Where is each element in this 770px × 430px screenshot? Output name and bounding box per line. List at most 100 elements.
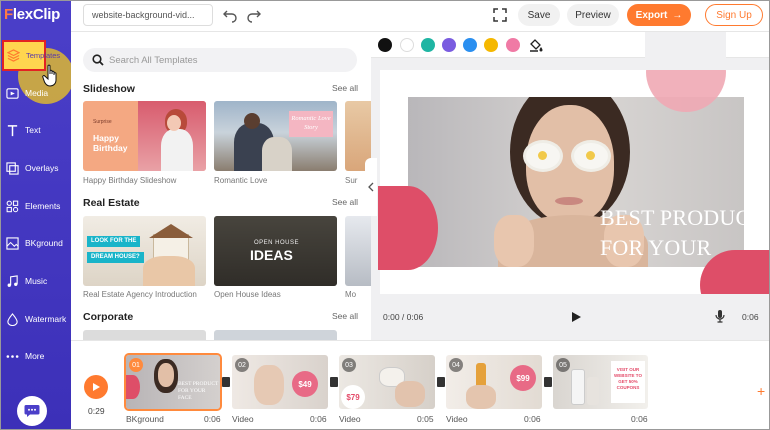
- sidebar-item-templates[interactable]: Templates: [2, 40, 60, 71]
- clip-label: Video: [446, 414, 468, 424]
- sidebar-item-media[interactable]: Media: [0, 78, 71, 108]
- template-thumb-open-house[interactable]: OPEN HOUSE IDEAS: [214, 216, 337, 286]
- templates-panel: Search All Templates Slideshow See all S…: [71, 32, 371, 340]
- timeline-clip[interactable]: $79 03: [339, 355, 435, 409]
- chevron-left-icon: [368, 182, 374, 192]
- save-button[interactable]: Save: [518, 4, 560, 26]
- clip-number: 01: [129, 358, 143, 372]
- fullscreen-icon[interactable]: [493, 8, 507, 22]
- template-thumb-corporate[interactable]: [214, 330, 337, 340]
- headline-line: FOR YOUR FACE: [600, 235, 712, 290]
- template-thumb-real-estate-agency[interactable]: LOOK FOR THE DREAM HOUSE?: [83, 216, 206, 286]
- export-button[interactable]: Export →: [627, 4, 691, 26]
- signup-button[interactable]: Sign Up: [705, 4, 763, 26]
- play-icon: [93, 383, 100, 391]
- flexclip-logo[interactable]: FlexClip: [4, 6, 60, 23]
- thumb-text: LOOK FOR THE: [87, 236, 141, 247]
- paint-bucket-icon[interactable]: [529, 38, 543, 52]
- sidebar-item-label: Media: [25, 88, 49, 98]
- thumb-text: DREAM HOUSE?: [87, 252, 144, 263]
- arrow-right-icon: →: [672, 9, 683, 21]
- hand-cursor-icon: [42, 64, 57, 87]
- microphone-icon[interactable]: [714, 309, 726, 323]
- clip-label: Video: [339, 414, 361, 424]
- sidebar-item-watermark[interactable]: Watermark: [0, 304, 71, 334]
- overlays-icon: [6, 161, 19, 175]
- sidebar-item-label: Watermark: [25, 314, 67, 324]
- sidebar-item-label: More: [25, 351, 45, 361]
- music-icon: [7, 274, 18, 287]
- sidebar-item-more[interactable]: More: [0, 341, 71, 371]
- more-icon: [6, 354, 19, 358]
- preview-button[interactable]: Preview: [567, 4, 619, 26]
- undo-icon[interactable]: [222, 7, 238, 23]
- watermark-icon: [7, 312, 18, 326]
- color-swatch[interactable]: [400, 38, 414, 52]
- timeline-total-time: 0:29: [88, 406, 105, 416]
- clip-number: 02: [235, 358, 249, 372]
- background-icon: [6, 236, 19, 250]
- redo-icon[interactable]: [246, 7, 262, 23]
- template-thumb-romantic-love[interactable]: Romantic Love Story: [214, 101, 337, 171]
- transition-icon[interactable]: [222, 377, 230, 387]
- sidebar-item-overlays[interactable]: Overlays: [0, 153, 71, 183]
- collapse-panel-button[interactable]: [365, 158, 377, 216]
- timeline-play-button[interactable]: [84, 375, 108, 399]
- template-caption: Open House Ideas: [214, 290, 281, 299]
- template-search-input[interactable]: Search All Templates: [83, 48, 357, 72]
- clip-duration: 0:06: [310, 414, 327, 424]
- color-swatch[interactable]: [484, 38, 498, 52]
- see-all-link[interactable]: See all: [332, 311, 358, 321]
- thumb-text: Surprise: [93, 119, 112, 125]
- color-swatch[interactable]: [378, 38, 392, 52]
- sidebar: FlexClip Templates Media Text Overlays E…: [0, 0, 74, 430]
- clip-number: 05: [556, 358, 570, 372]
- template-caption: Mo: [345, 290, 357, 299]
- sidebar-item-bkground[interactable]: BKground: [0, 228, 71, 258]
- timeline-clip[interactable]: BEST PRODUCT FOR YOUR FACE 01: [124, 353, 222, 411]
- sidebar-item-text[interactable]: Text: [0, 115, 71, 145]
- template-thumb-happy-birthday[interactable]: Surprise Happy Birthday: [83, 101, 206, 171]
- sidebar-item-music[interactable]: Music: [0, 266, 71, 296]
- timeline-clip[interactable]: $99 04: [446, 355, 542, 409]
- transition-icon[interactable]: [544, 377, 552, 387]
- decor-mask: [645, 32, 726, 70]
- canvas-headline[interactable]: BEST PRODUCT FOR YOUR FACE: [600, 203, 770, 293]
- see-all-link[interactable]: See all: [332, 197, 358, 207]
- template-thumb-corporate[interactable]: [83, 330, 206, 340]
- clip-duration: 0:06: [631, 414, 648, 424]
- clip-duration: 0:06: [204, 414, 221, 424]
- chat-button[interactable]: [17, 396, 47, 426]
- add-clip-button[interactable]: +: [757, 384, 769, 398]
- clip-badge: VISIT OUR WEBSITE TO GET 50% COUPONS: [611, 361, 645, 403]
- current-time: 0:00 / 0:06: [383, 312, 424, 322]
- search-icon: [92, 54, 104, 66]
- color-swatch[interactable]: [506, 38, 520, 52]
- color-swatch[interactable]: [421, 38, 435, 52]
- template-caption: Romantic Love: [214, 176, 268, 185]
- thumb-text: IDEAS: [250, 247, 293, 263]
- transition-icon[interactable]: [437, 377, 445, 387]
- sidebar-item-label: Templates: [26, 51, 61, 60]
- sidebar-item-label: Elements: [25, 201, 61, 211]
- color-swatch[interactable]: [463, 38, 477, 52]
- clip-badge: $79: [341, 385, 365, 409]
- template-thumb-partial[interactable]: [345, 216, 371, 286]
- total-time: 0:06: [742, 312, 759, 322]
- timeline-clip[interactable]: $49 02: [232, 355, 328, 409]
- sidebar-item-elements[interactable]: Elements: [0, 191, 71, 221]
- timeline-clip[interactable]: VISIT OUR WEBSITE TO GET 50% COUPONS 05: [553, 355, 648, 409]
- transition-icon[interactable]: [330, 377, 338, 387]
- clip-number: 04: [449, 358, 463, 372]
- clip-duration: 0:06: [524, 414, 541, 424]
- decor-circle: [378, 186, 438, 270]
- project-name-input[interactable]: [83, 4, 213, 26]
- section-title-real-estate: Real Estate: [83, 197, 140, 209]
- elements-icon: [6, 200, 19, 212]
- sidebar-item-label: Text: [25, 125, 41, 135]
- see-all-link[interactable]: See all: [332, 83, 358, 93]
- text-icon: [7, 124, 18, 136]
- sidebar-item-label: BKground: [25, 238, 63, 248]
- play-icon[interactable]: [570, 311, 582, 323]
- color-swatch[interactable]: [442, 38, 456, 52]
